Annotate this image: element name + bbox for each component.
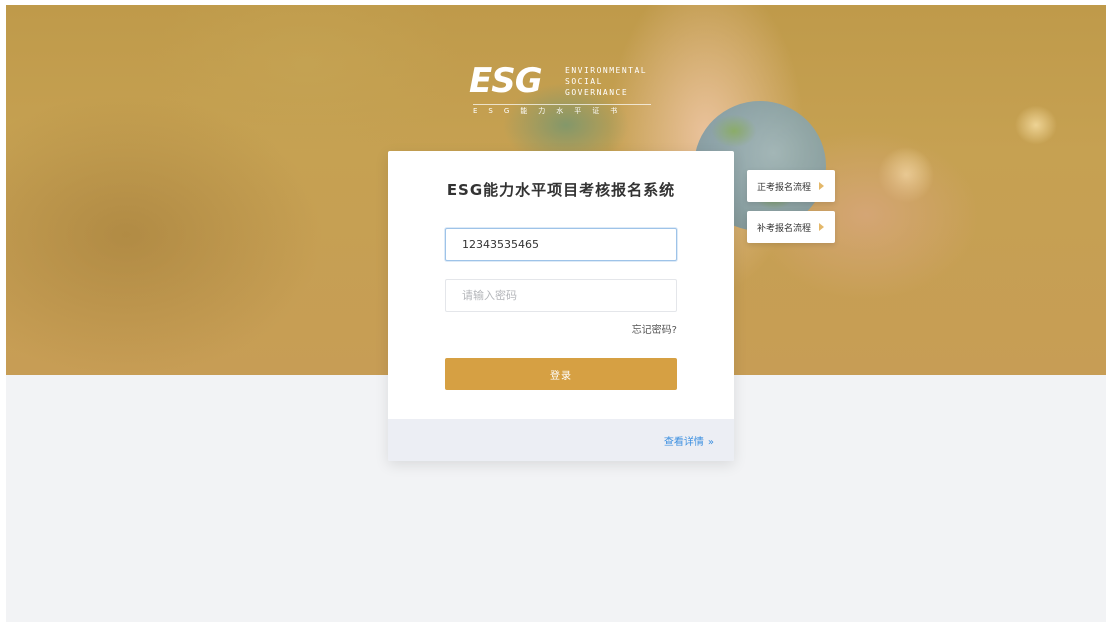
makeup-registration-process-label: 补考报名流程 (757, 223, 812, 234)
regular-registration-process-button[interactable]: 正考报名流程 (747, 170, 835, 202)
triangle-right-icon (819, 182, 825, 190)
double-chevron-right-icon: » (707, 437, 714, 448)
password-input[interactable] (445, 279, 677, 312)
logo-mark: ESG (469, 61, 543, 101)
username-input[interactable] (445, 228, 677, 261)
esg-logo: ESG ENVIRONMENTAL SOCIAL GOVERNANCE ESG能… (469, 63, 659, 115)
logo-word-environmental: ENVIRONMENTAL (565, 66, 648, 75)
card-footer: 查看详情» (388, 419, 734, 461)
makeup-registration-process-button[interactable]: 补考报名流程 (747, 211, 835, 243)
page-background: ESG ENVIRONMENTAL SOCIAL GOVERNANCE ESG能… (6, 5, 1106, 622)
login-button[interactable]: 登录 (445, 358, 677, 390)
view-details-link[interactable]: 查看详情» (664, 433, 714, 448)
logo-words: ENVIRONMENTAL SOCIAL GOVERNANCE (565, 65, 659, 98)
logo-word-social: SOCIAL (565, 77, 603, 86)
login-card: ESG能力水平项目考核报名系统 忘记密码? 登录 查看详情» (388, 151, 734, 461)
logo-word-governance: GOVERNANCE (565, 88, 629, 97)
login-title: ESG能力水平项目考核报名系统 (446, 181, 676, 199)
view-details-label: 查看详情 (663, 437, 704, 448)
logo-subtitle: ESG能力水平证书 (473, 104, 651, 116)
triangle-right-icon (819, 223, 825, 231)
regular-registration-process-label: 正考报名流程 (757, 182, 812, 193)
forgot-password-link[interactable]: 忘记密码? (632, 321, 677, 336)
